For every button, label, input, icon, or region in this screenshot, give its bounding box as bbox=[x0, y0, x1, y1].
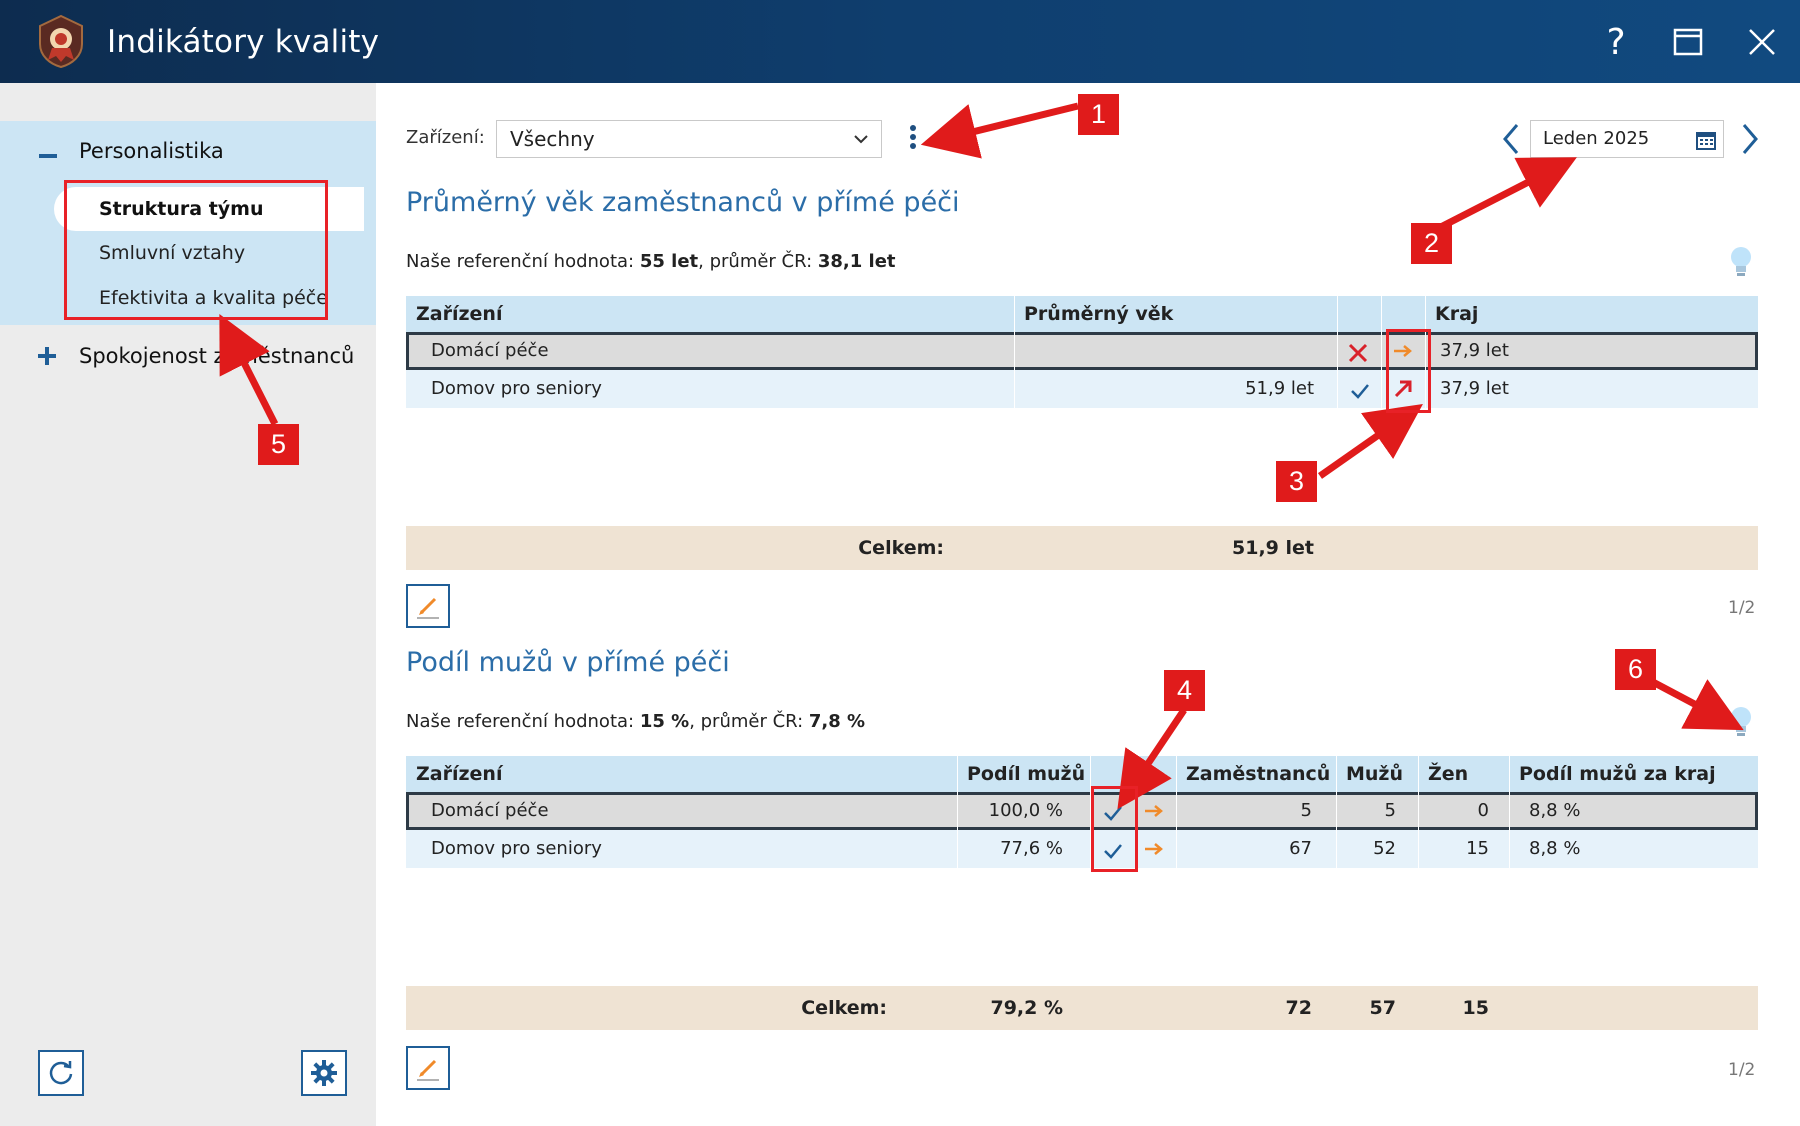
annotation-number: 2 bbox=[1411, 223, 1452, 264]
annotation-box-3 bbox=[1386, 329, 1431, 413]
annotation-number: 1 bbox=[1078, 94, 1119, 135]
annotation-arrows bbox=[219, 102, 1744, 810]
annotation-box-4 bbox=[1091, 786, 1138, 872]
annotation-number: 6 bbox=[1615, 649, 1656, 690]
annotation-number: 4 bbox=[1164, 670, 1205, 711]
annotation-box-5 bbox=[64, 180, 328, 320]
annotation-number: 5 bbox=[258, 424, 299, 465]
annotation-number: 3 bbox=[1276, 461, 1317, 502]
